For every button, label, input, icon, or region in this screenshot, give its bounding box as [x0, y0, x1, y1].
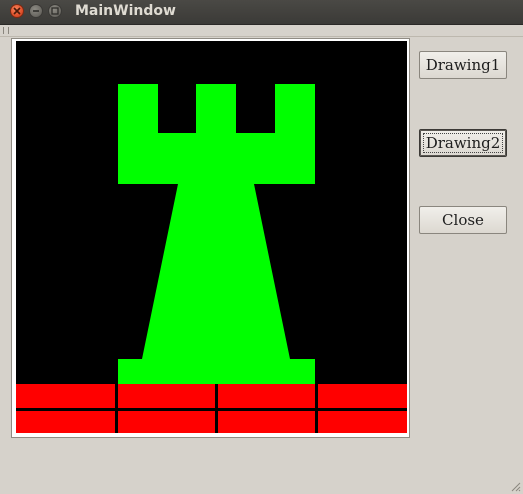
title-bar: MainWindow — [0, 0, 523, 25]
drawing1-button[interactable]: Drawing1 — [419, 51, 507, 79]
maximize-window-icon[interactable] — [48, 4, 62, 18]
drawing-area — [16, 41, 407, 433]
brick-wall — [16, 384, 407, 433]
window-title: MainWindow — [75, 3, 176, 19]
toolbar-grip-icon[interactable] — [3, 27, 9, 34]
drawing-canvas — [11, 38, 410, 438]
resize-grip-icon[interactable] — [509, 480, 521, 492]
close-button[interactable]: Close — [419, 206, 507, 234]
close-window-icon[interactable] — [10, 4, 24, 18]
toolbar — [0, 25, 523, 37]
minimize-window-icon[interactable] — [29, 4, 43, 18]
drawing2-button-label: Drawing2 — [422, 133, 504, 153]
drawing2-button[interactable]: Drawing2 — [419, 129, 507, 157]
close-button-label: Close — [442, 211, 484, 229]
drawing1-button-label: Drawing1 — [425, 56, 501, 74]
